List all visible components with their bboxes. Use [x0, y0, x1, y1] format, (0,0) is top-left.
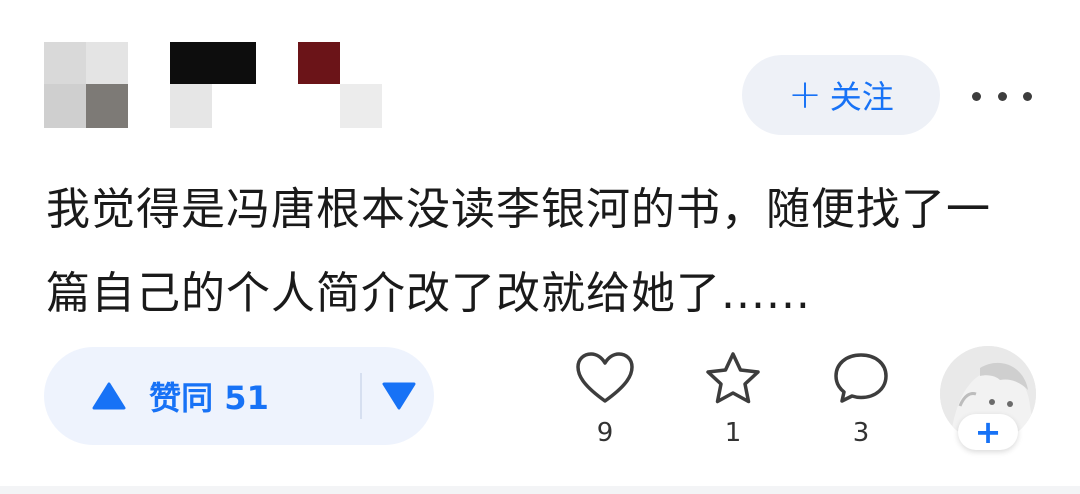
comment-text: 我觉得是冯唐根本没读李银河的书，随便找了一篇自己的个人简介改了改就给她了....… [46, 184, 991, 319]
triangle-up-icon [92, 382, 126, 410]
more-dot [997, 91, 1007, 101]
comment-count: 3 [852, 418, 870, 448]
more-dots-icon [972, 91, 981, 101]
like-count: 9 [596, 418, 614, 448]
author-avatar-button[interactable]: + [940, 346, 1036, 452]
downvote-button[interactable] [364, 347, 434, 445]
more-dot [1023, 91, 1032, 101]
censored-username [44, 42, 384, 128]
triangle-down-icon [382, 382, 416, 410]
like-button[interactable]: 9 [570, 350, 640, 450]
follow-label: 关注 [829, 78, 894, 116]
plus-icon: + [788, 72, 822, 118]
comment-bubble-icon [834, 353, 888, 403]
vote-divider [360, 373, 362, 419]
vote-bar: 赞同 51 [44, 347, 434, 445]
upvote-button[interactable]: 赞同 51 [44, 347, 316, 445]
follow-button[interactable]: + 关注 [742, 55, 940, 135]
more-options-button[interactable] [972, 82, 1032, 110]
avatar-follow-plus[interactable]: + [958, 414, 1018, 450]
heart-icon [576, 352, 634, 403]
bottom-divider [0, 486, 1080, 494]
star-icon [706, 352, 760, 404]
favorite-button[interactable]: 1 [698, 350, 768, 450]
upvote-label: 赞同 51 [149, 379, 269, 417]
comment-button[interactable]: 3 [826, 350, 896, 450]
favorite-count: 1 [724, 418, 742, 448]
